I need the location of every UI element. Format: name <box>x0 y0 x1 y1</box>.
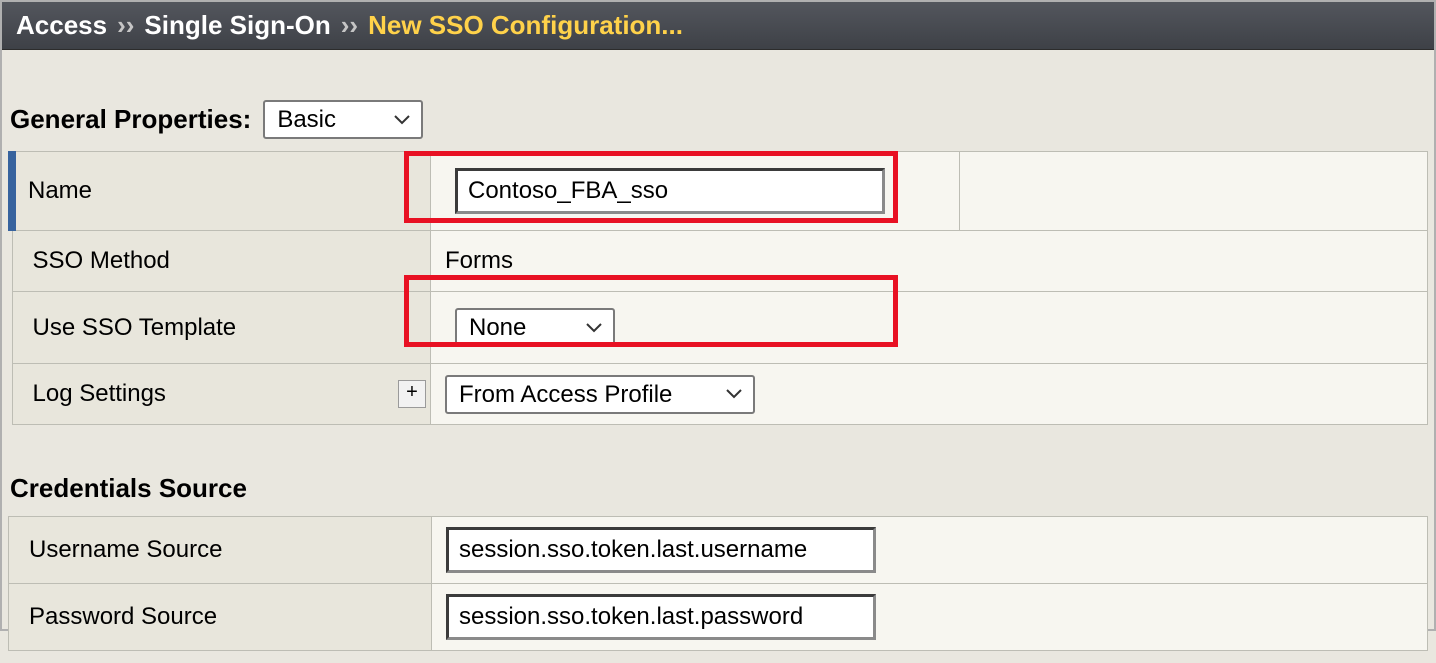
label-name: Name <box>12 152 431 231</box>
general-properties-table: Name SSO Method Forms Use SSO Template <box>8 151 1428 425</box>
label-sso-method: SSO Method <box>12 231 431 292</box>
breadcrumb: Access ›› Single Sign-On ›› New SSO Conf… <box>2 2 1434 50</box>
breadcrumb-item-access[interactable]: Access <box>16 10 107 41</box>
row-name: Name <box>12 152 1428 231</box>
view-mode-select[interactable]: Basic <box>263 100 423 139</box>
cell-name-extra <box>960 152 1428 231</box>
row-sso-template: Use SSO Template None <box>12 292 1428 364</box>
view-mode-select-wrap: Basic <box>263 100 423 139</box>
cell-username-source <box>432 517 1428 584</box>
sso-template-select[interactable]: None <box>455 308 615 347</box>
breadcrumb-item-sso[interactable]: Single Sign-On <box>144 10 330 41</box>
label-password-source: Password Source <box>9 584 432 651</box>
row-username-source: Username Source <box>9 517 1428 584</box>
breadcrumb-separator: ›› <box>117 10 134 41</box>
credentials-source-heading: Credentials Source <box>8 425 1428 510</box>
general-properties-heading: General Properties: Basic <box>8 70 1428 145</box>
credentials-source-title: Credentials Source <box>10 473 247 504</box>
label-log-settings: Log Settings + <box>12 364 431 425</box>
label-log-settings-text: Log Settings <box>33 380 166 407</box>
log-settings-select[interactable]: From Access Profile <box>445 375 755 414</box>
row-sso-method: SSO Method Forms <box>12 231 1428 292</box>
breadcrumb-separator: ›› <box>341 10 358 41</box>
password-source-input[interactable] <box>446 594 876 640</box>
log-settings-add-button[interactable]: + <box>398 380 426 408</box>
general-properties-title: General Properties: <box>10 104 251 135</box>
cell-name-value <box>431 152 960 231</box>
cell-sso-template: None <box>431 292 1428 364</box>
label-username-source: Username Source <box>9 517 432 584</box>
row-log-settings: Log Settings + From Access Profile <box>12 364 1428 425</box>
row-password-source: Password Source <box>9 584 1428 651</box>
username-source-input[interactable] <box>446 527 876 573</box>
label-sso-template: Use SSO Template <box>12 292 431 364</box>
name-input[interactable] <box>455 168 885 214</box>
value-sso-method: Forms <box>431 231 1428 292</box>
cell-password-source <box>432 584 1428 651</box>
cell-log-settings: From Access Profile <box>431 364 1428 425</box>
breadcrumb-current: New SSO Configuration... <box>368 10 683 41</box>
